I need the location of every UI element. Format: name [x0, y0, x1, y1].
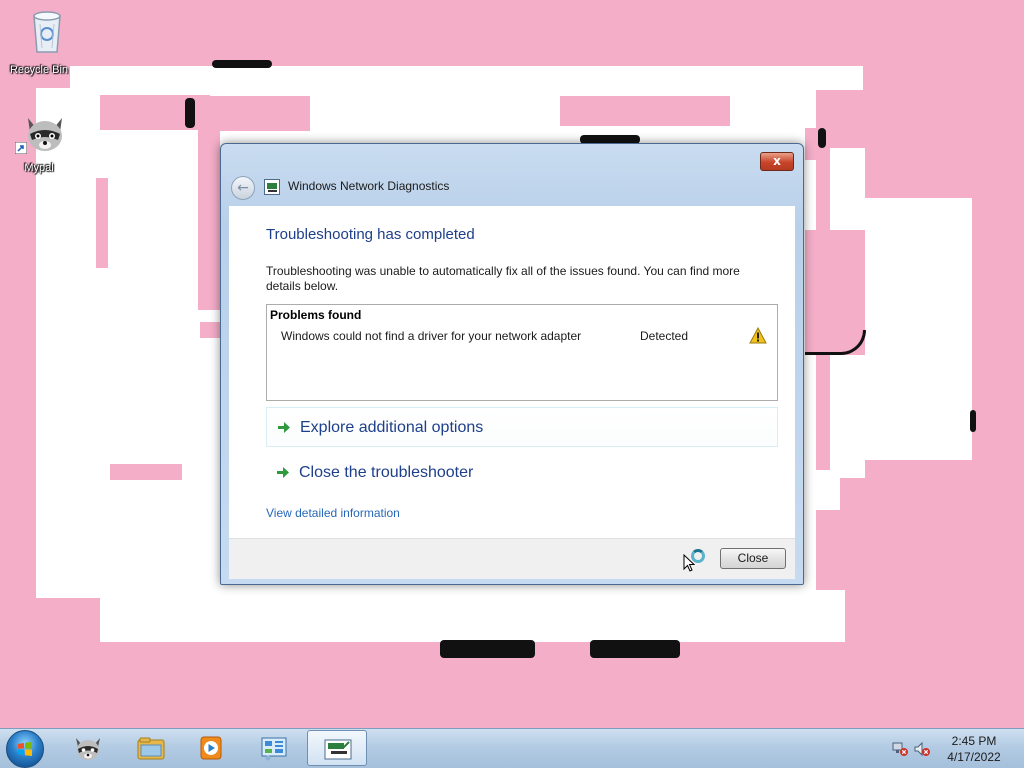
- green-arrow-icon: [277, 467, 289, 478]
- option-label: Explore additional options: [300, 419, 484, 436]
- window-title: Windows Network Diagnostics: [288, 179, 450, 193]
- close-troubleshooter-link[interactable]: Close the troubleshooter: [266, 453, 778, 493]
- network-diagnostics-window: x ← Windows Network Diagnostics Troubles…: [220, 143, 804, 585]
- clock-time: 2:45 PM: [951, 734, 997, 748]
- media-player-icon: [200, 736, 222, 760]
- close-icon: x: [773, 154, 781, 168]
- mouse-cursor-icon: [683, 554, 695, 572]
- file-explorer-icon: [137, 737, 165, 760]
- desktop-icon-mypal[interactable]: Mypal: [4, 110, 74, 174]
- dialog-content: Troubleshooting has completed Troublesho…: [229, 206, 795, 538]
- windows-logo-icon: [18, 742, 32, 756]
- raccoon-app-icon: [76, 738, 100, 760]
- warning-icon: [749, 327, 767, 344]
- problems-found-panel: Problems found Windows could not find a …: [266, 304, 778, 401]
- taskbar: 2:45 PM 4/17/2022: [0, 728, 1024, 768]
- problem-description[interactable]: Windows could not find a driver for your…: [281, 329, 581, 343]
- desktop-icon-label: Mypal: [24, 162, 54, 174]
- desktop-icon-recycle-bin[interactable]: Recycle Bin: [4, 6, 74, 76]
- network-error-icon[interactable]: [892, 742, 908, 756]
- green-arrow-icon: [278, 422, 290, 433]
- option-label: Close the troubleshooter: [299, 464, 474, 481]
- explore-options-link[interactable]: Explore additional options: [266, 407, 778, 447]
- control-panel-icon: [261, 737, 287, 761]
- raccoon-app-icon: [28, 118, 62, 151]
- problem-status: Detected: [640, 329, 689, 343]
- network-diagnostics-icon: [324, 739, 352, 760]
- clock-date: 4/17/2022: [947, 750, 1001, 764]
- start-button[interactable]: [6, 730, 44, 768]
- close-button[interactable]: Close: [720, 548, 786, 569]
- problems-found-title: Problems found: [270, 308, 362, 322]
- recycle-bin-icon: [33, 11, 61, 53]
- dialog-footer: Close: [229, 538, 795, 579]
- shortcut-arrow-icon: [15, 142, 27, 154]
- title-close-button[interactable]: x: [760, 152, 794, 171]
- back-arrow-icon: ←: [237, 180, 249, 196]
- taskbar-mypal-button[interactable]: [58, 730, 118, 766]
- page-heading: Troubleshooting has completed: [266, 226, 475, 243]
- taskbar-media-player-button[interactable]: [181, 730, 241, 766]
- network-diagnostics-icon: [264, 179, 280, 195]
- view-detailed-information-link[interactable]: View detailed information: [266, 506, 400, 520]
- taskbar-network-diagnostics-button[interactable]: [307, 730, 367, 766]
- taskbar-explorer-button[interactable]: [121, 730, 181, 766]
- desktop-icon-label: Recycle Bin: [9, 64, 69, 76]
- taskbar-control-panel-button[interactable]: [244, 730, 304, 766]
- description-text: Troubleshooting was unable to automatica…: [266, 264, 740, 293]
- taskbar-clock[interactable]: 2:45 PM 4/17/2022: [936, 733, 1012, 765]
- back-button[interactable]: ←: [231, 176, 255, 200]
- volume-muted-icon[interactable]: [914, 742, 930, 756]
